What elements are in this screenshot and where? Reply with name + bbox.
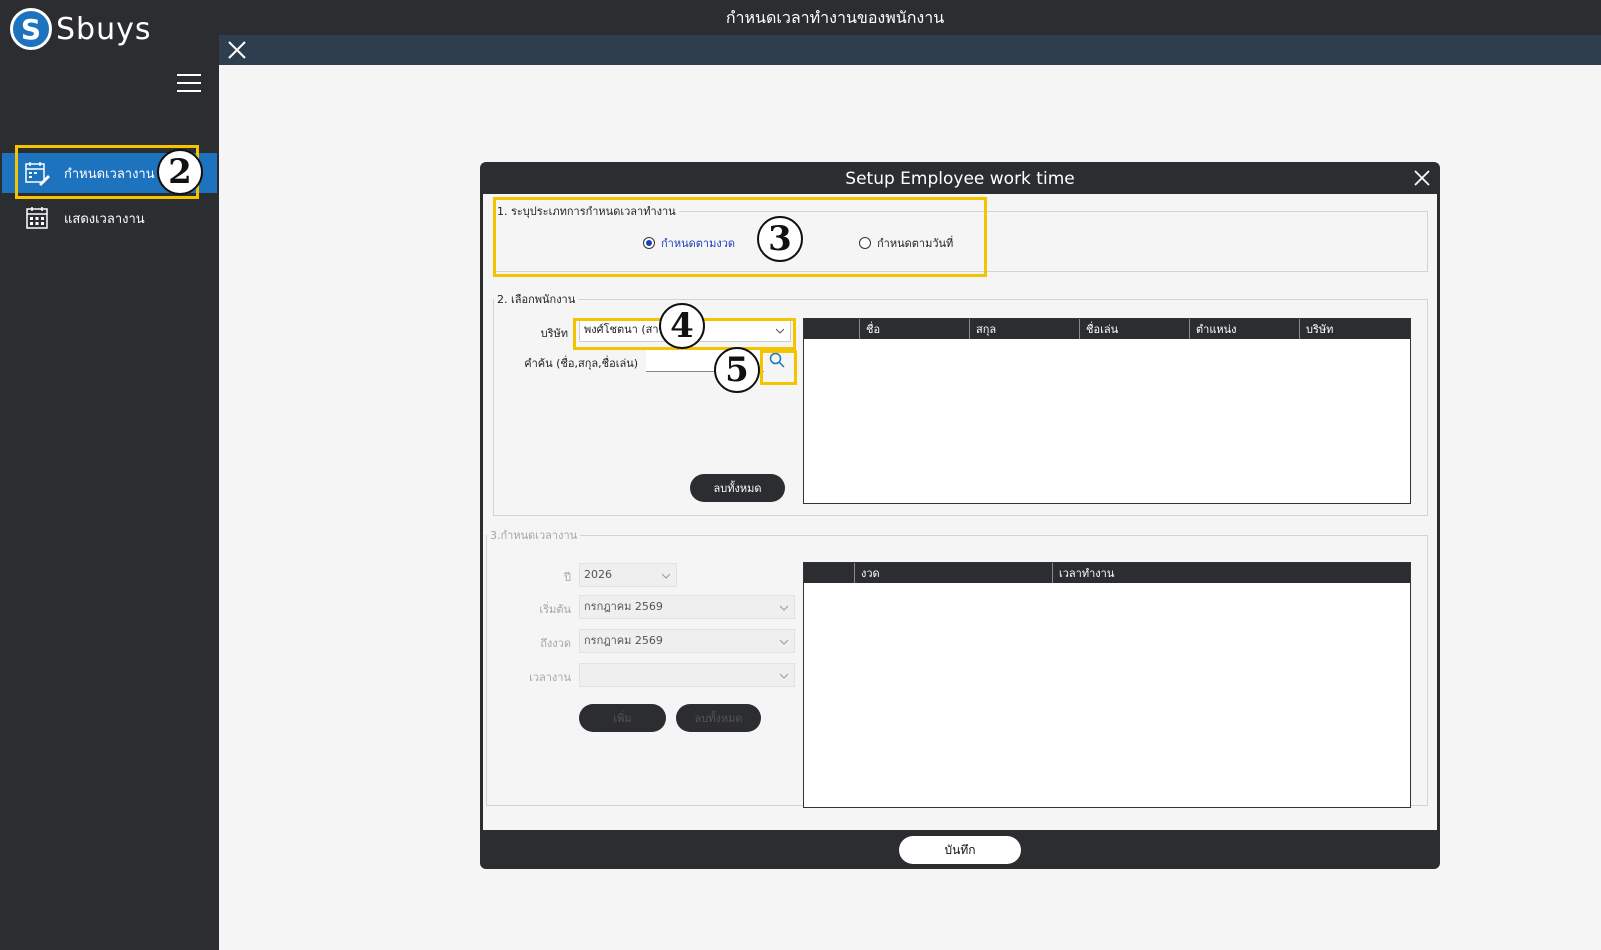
close-icon[interactable]: [225, 38, 249, 62]
end-label: ถึงงวด: [540, 637, 571, 650]
radio-by-period[interactable]: กำหนดตามงวด: [643, 234, 735, 252]
column-header: สกุล: [969, 319, 1079, 339]
menu-icon[interactable]: [177, 74, 201, 92]
clear-employees-button[interactable]: ลบทั้งหมด: [690, 474, 785, 502]
radio-unchecked-icon: [859, 237, 871, 249]
end-period-select[interactable]: กรกฎาคม 2569: [579, 629, 795, 653]
period-grid[interactable]: งวด เวลาทำงาน: [803, 562, 1411, 808]
company-label: บริษัท: [540, 327, 568, 340]
employee-grid-header: ชื่อ สกุล ชื่อเล่น ตำแหน่ง บริษัท: [804, 319, 1410, 339]
search-icon: [769, 352, 785, 368]
step-badge: 5: [714, 347, 760, 393]
chevron-down-icon: [662, 573, 670, 579]
start-period-value: กรกฎาคม 2569: [584, 600, 663, 613]
window-title: กำหนดเวลาทำงานของพนักงาน: [219, 0, 1601, 35]
sidebar: S Sbuys กำหนดเวลางาน แสดงเวลางาน: [0, 0, 219, 950]
radio-by-date[interactable]: กำหนดตามวันที่: [859, 234, 953, 252]
clear-periods-button[interactable]: ลบทั้งหมด: [676, 704, 761, 732]
add-button[interactable]: เพิ่ม: [579, 704, 666, 732]
start-label: เริ่มต้น: [539, 603, 571, 616]
dialog-footer: บันทึก: [480, 830, 1440, 869]
sidebar-item-show-worktime[interactable]: แสดงเวลางาน: [2, 198, 217, 238]
chevron-down-icon: [780, 673, 788, 679]
section-legend: 2. เลือกพนักงาน: [497, 293, 576, 306]
toolbar: [219, 35, 1601, 65]
year-select[interactable]: 2026: [579, 563, 677, 587]
step-badge: 3: [757, 216, 803, 262]
radio-checked-icon: [643, 237, 655, 249]
section-legend: 3.กำหนดเวลางาน: [490, 529, 578, 542]
search-label: คำค้น (ชื่อ,สกุล,ชื่อเล่น): [524, 357, 638, 370]
start-period-select[interactable]: กรกฎาคม 2569: [579, 595, 795, 619]
chevron-down-icon: [780, 605, 788, 611]
calendar-grid-icon: [20, 206, 54, 230]
step-badge: 2: [157, 149, 203, 195]
column-header: เวลาทำงาน: [1052, 563, 1410, 583]
worktime-select[interactable]: [579, 663, 795, 687]
employee-grid[interactable]: ชื่อ สกุล ชื่อเล่น ตำแหน่ง บริษัท: [803, 318, 1411, 504]
column-header: ชื่อเล่น: [1079, 319, 1189, 339]
chevron-down-icon: [780, 639, 788, 645]
sidebar-item-label: กำหนดเวลางาน: [64, 166, 155, 182]
column-header: งวด: [854, 563, 1052, 583]
save-button[interactable]: บันทึก: [899, 836, 1021, 864]
radio-label: กำหนดตามวันที่: [877, 237, 954, 250]
column-header: ตำแหน่ง: [1189, 319, 1299, 339]
worktime-type-group: 1. ระบุประเภทการกำหนดเวลาทำงาน: [493, 202, 1428, 272]
worktime-label: เวลางาน: [529, 671, 571, 684]
search-button[interactable]: [764, 348, 790, 372]
section-legend: 1. ระบุประเภทการกำหนดเวลาทำงาน: [497, 205, 676, 218]
logo-mark: S: [10, 8, 52, 50]
calendar-edit-icon: [20, 160, 54, 186]
dialog-body: 1. ระบุประเภทการกำหนดเวลาทำงาน กำหนดตามง…: [483, 194, 1437, 830]
chevron-down-icon: [776, 328, 784, 334]
step-badge: 4: [659, 303, 705, 349]
logo-text: Sbuys: [56, 11, 152, 47]
column-header: บริษัท: [1299, 319, 1410, 339]
close-icon[interactable]: [1412, 168, 1432, 188]
app-logo: S Sbuys: [10, 8, 151, 50]
company-value: พงศ์โชตนา (สาข: [584, 323, 667, 336]
column-header: [804, 563, 854, 583]
period-grid-header: งวด เวลาทำงาน: [804, 563, 1410, 583]
column-header: [804, 319, 859, 339]
dialog-title: Setup Employee work time: [845, 169, 1075, 189]
setup-dialog: Setup Employee work time 1. ระบุประเภทกา…: [480, 162, 1440, 869]
end-period-value: กรกฎาคม 2569: [584, 634, 663, 647]
sidebar-item-label: แสดงเวลางาน: [64, 211, 145, 227]
radio-label: กำหนดตามงวด: [661, 237, 736, 250]
year-value: 2026: [584, 568, 612, 581]
column-header: ชื่อ: [859, 319, 969, 339]
year-label: ปี: [564, 571, 571, 584]
